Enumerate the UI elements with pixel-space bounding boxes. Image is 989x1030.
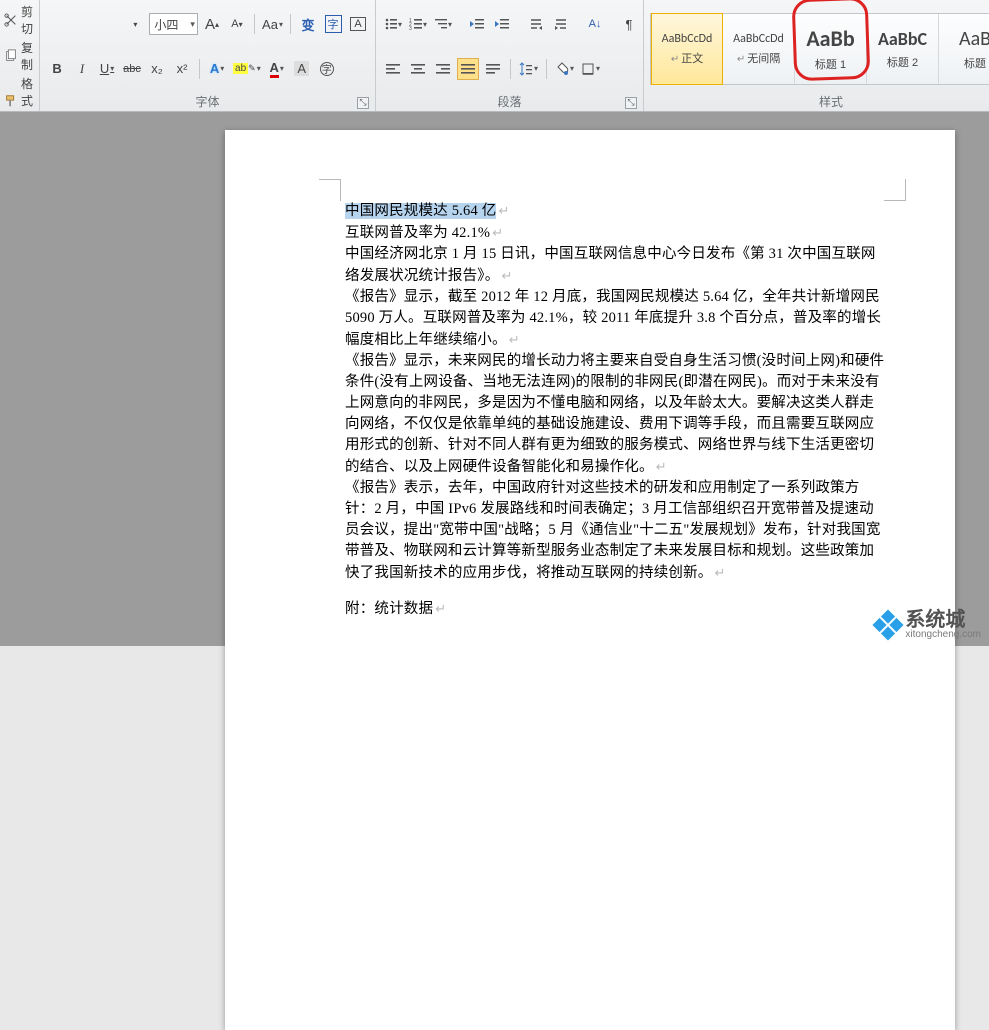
style-heading-2[interactable]: AaBbC 标题 2	[867, 14, 939, 84]
styles-group-label: 样式 ⤡	[648, 91, 989, 110]
watermark-logo-icon	[873, 609, 904, 640]
font-group: ▾ 小四 ▾ A▴ A▾ Aa▾ 变 字 A B I U▾ abc x₂	[40, 0, 376, 111]
decrease-indent-button[interactable]	[466, 13, 488, 35]
para-mark-icon: ↵	[501, 268, 512, 283]
style-name: 标题 1	[815, 56, 846, 72]
font-group-label: 字体 ⤡	[44, 91, 371, 110]
line-spacing-button[interactable]: ▾	[517, 58, 540, 80]
para-mark-icon: ↵	[656, 459, 667, 474]
style-sample: AaBb	[806, 25, 854, 52]
styles-gallery: AaBbCcDd ↵正文 AaBbCcDd ↵无间隔 AaBb 标题 1 AaB…	[650, 13, 989, 85]
para-mark-icon: ↵	[715, 565, 726, 580]
increase-indent-button[interactable]	[491, 13, 513, 35]
underline-button[interactable]: U▾	[96, 58, 118, 80]
style-sample: AaBbCcDd	[662, 32, 713, 46]
para-line[interactable]: 《报告》显示，未来网民的增长动力将主要来自受自身生活习惯(没时间上网)和硬件条件…	[345, 351, 885, 478]
style-no-spacing[interactable]: AaBbCcDd ↵无间隔	[723, 14, 795, 84]
para-line[interactable]: 中国经济网北京 1 月 15 日讯，中国互联网信息中心今日发布《第 31 次中国…	[345, 244, 885, 287]
bullets-button[interactable]: ▾	[382, 13, 404, 35]
style-name: ↵无间隔	[737, 50, 780, 66]
copy-icon	[4, 48, 18, 64]
ltr-button[interactable]	[525, 13, 547, 35]
selected-text[interactable]: 中国网民规模达 5.64 亿	[345, 203, 496, 219]
para-line[interactable]: 《报告》显示，截至 2012 年 12 月底，我国网民规模达 5.64 亿，全年…	[345, 287, 885, 351]
style-sample: AaBbC	[878, 28, 927, 50]
para-mark-icon: ↵	[435, 601, 446, 616]
style-heading-1[interactable]: AaBb 标题 1	[795, 14, 867, 84]
svg-text:3: 3	[409, 26, 412, 31]
align-left-button[interactable]	[382, 58, 404, 80]
page[interactable]: 中国网民规模达 5.64 亿↵ 互联网普及率为 42.1%↵ 中国经济网北京 1…	[225, 130, 955, 1030]
rtl-button[interactable]	[550, 13, 572, 35]
scissors-icon	[4, 12, 18, 28]
copy-label: 复制	[21, 39, 35, 73]
numbering-button[interactable]: 123▾	[407, 13, 429, 35]
ribbon: 剪切 复制 格式刷 贴板 ⤡ ▾	[0, 0, 989, 112]
font-size-value: 小四	[154, 16, 178, 33]
document-workspace[interactable]: 中国网民规模达 5.64 亿↵ 互联网普及率为 42.1%↵ 中国经济网北京 1…	[0, 112, 989, 646]
enclose-circle-button[interactable]: 字	[316, 58, 338, 80]
margin-guide-tl	[319, 179, 341, 201]
para-line[interactable]: 中国网民规模达 5.64 亿↵	[345, 200, 885, 222]
watermark: 系统城 xitongcheng.com	[877, 610, 981, 640]
font-name-dropdown-icon[interactable]: ▾	[124, 13, 146, 35]
para-mark-icon: ↵	[509, 332, 520, 347]
margin-guide-tr	[884, 179, 906, 201]
show-marks-button[interactable]: ¶	[618, 13, 640, 35]
superscript-button[interactable]: x²	[171, 58, 193, 80]
para-line[interactable]: 附：统计数据↵	[345, 598, 885, 620]
font-launcher-icon[interactable]: ⤡	[357, 97, 369, 109]
char-shading-button[interactable]: A	[291, 58, 313, 80]
styles-group: AaBbCcDd ↵正文 AaBbCcDd ↵无间隔 AaBb 标题 1 AaB…	[644, 0, 989, 111]
para-mark-icon: ↵	[498, 203, 509, 218]
document-body[interactable]: 中国网民规模达 5.64 亿↵ 互联网普及率为 42.1%↵ 中国经济网北京 1…	[345, 200, 885, 620]
borders-button[interactable]: ▾	[579, 58, 602, 80]
watermark-url: xitongcheng.com	[905, 630, 981, 640]
style-title[interactable]: AaB 标题	[939, 14, 989, 84]
para-line[interactable]: 互联网普及率为 42.1%↵	[345, 222, 885, 244]
subscript-button[interactable]: x₂	[146, 58, 168, 80]
style-name: 标题 2	[887, 54, 918, 70]
style-name: 标题	[964, 55, 986, 71]
align-center-button[interactable]	[407, 58, 429, 80]
phonetic-guide-button[interactable]: 变	[297, 13, 319, 35]
font-color-button[interactable]: A▾	[266, 58, 288, 80]
cut-label: 剪切	[21, 3, 35, 37]
style-sample: AaB	[959, 27, 989, 51]
strike-button[interactable]: abc	[121, 58, 143, 80]
style-normal[interactable]: AaBbCcDd ↵正文	[651, 13, 723, 85]
paragraph-launcher-icon[interactable]: ⤡	[625, 97, 637, 109]
text-effects-button[interactable]: A▾	[206, 58, 228, 80]
highlight-button[interactable]: ab✎▾	[231, 58, 263, 80]
font-size-combo[interactable]: 小四 ▾	[149, 13, 198, 35]
grow-font-button[interactable]: A▴	[201, 13, 223, 35]
enclose-char-button[interactable]: 字	[322, 13, 344, 35]
sort-button[interactable]: A↓	[584, 13, 606, 35]
multilevel-list-button[interactable]: ▾	[432, 13, 454, 35]
cut-button[interactable]: 剪切	[4, 2, 35, 38]
change-case-button[interactable]: Aa▾	[261, 13, 284, 35]
paragraph-group: ▾ 123▾ ▾	[376, 0, 644, 111]
watermark-text: 系统城	[905, 610, 981, 630]
justify-button[interactable]	[457, 58, 479, 80]
chevron-down-icon: ▾	[190, 19, 195, 30]
para-mark-icon: ↵	[492, 225, 503, 240]
style-name: ↵正文	[671, 50, 703, 66]
style-sample: AaBbCcDd	[733, 32, 784, 46]
distribute-button[interactable]	[482, 58, 504, 80]
italic-button[interactable]: I	[71, 58, 93, 80]
paragraph-group-label: 段落 ⤡	[380, 91, 639, 110]
bold-button[interactable]: B	[46, 58, 68, 80]
shrink-font-button[interactable]: A▾	[226, 13, 248, 35]
clipboard-group: 剪切 复制 格式刷 贴板 ⤡	[0, 0, 40, 111]
brush-icon	[4, 93, 18, 109]
para-line[interactable]: 《报告》表示，去年，中国政府针对这些技术的研发和应用制定了一系列政策方针：2 月…	[345, 478, 885, 584]
copy-button[interactable]: 复制	[4, 38, 35, 74]
align-right-button[interactable]	[432, 58, 454, 80]
char-border-button[interactable]: A	[347, 13, 369, 35]
shading-button[interactable]: ▾	[553, 58, 576, 80]
